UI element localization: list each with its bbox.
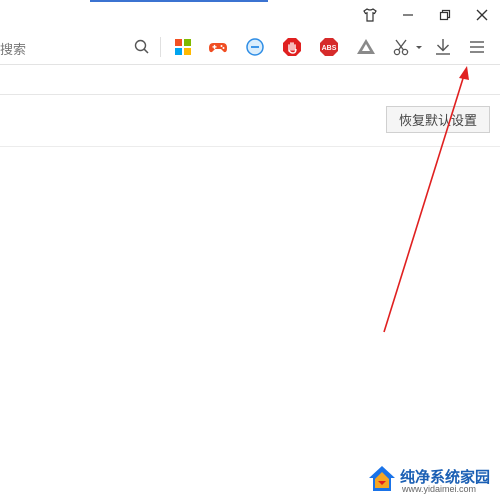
close-button[interactable] [464, 0, 500, 30]
adblock-extension-button[interactable] [282, 37, 302, 57]
svg-text:ABS: ABS [322, 45, 337, 52]
browser-toolbar: 搜索 ABS [0, 30, 500, 65]
main-menu-button[interactable] [467, 37, 487, 57]
scissors-icon [393, 39, 409, 56]
game-extension-button[interactable] [208, 37, 228, 57]
menu-icon [470, 41, 484, 53]
screenshot-button[interactable] [392, 37, 422, 57]
triangle-icon [357, 39, 375, 54]
restore-defaults-button[interactable]: 恢复默认设置 [386, 106, 490, 133]
skin-button[interactable] [352, 0, 388, 30]
apps-grid-button[interactable] [173, 37, 193, 57]
tshirt-icon [363, 8, 377, 22]
game-controller-icon [209, 43, 227, 53]
search-icon [134, 39, 149, 54]
minus-extension-button[interactable] [245, 37, 265, 57]
download-button[interactable] [433, 37, 453, 57]
settings-header-divider [0, 94, 500, 95]
search-button[interactable] [133, 38, 151, 56]
abs-extension-button[interactable]: ABS [319, 37, 339, 57]
active-tab-indicator [90, 0, 268, 2]
search-input-placeholder[interactable]: 搜索 [0, 39, 26, 58]
abs-adblock-icon: ABS [320, 38, 338, 56]
settings-section-divider [0, 146, 500, 147]
toolbar-separator [160, 37, 161, 57]
stop-hand-icon [283, 38, 301, 56]
restore-button[interactable] [427, 0, 463, 30]
minimize-icon [403, 14, 413, 16]
minimize-button[interactable] [390, 0, 426, 30]
download-icon [436, 39, 450, 55]
title-bar [0, 0, 500, 30]
chevron-down-icon [416, 46, 422, 49]
watermark-url: www.yidaimei.com [402, 484, 477, 494]
watermark: 纯净系统家园 www.yidaimei.com [366, 462, 496, 496]
restore-window-icon [439, 9, 451, 21]
triangle-extension-button[interactable] [356, 37, 376, 57]
minus-circle-icon [246, 38, 264, 56]
annotation-arrow [383, 66, 469, 333]
house-logo-icon [369, 466, 395, 491]
apps-grid-icon [175, 39, 191, 55]
close-icon [476, 9, 488, 21]
